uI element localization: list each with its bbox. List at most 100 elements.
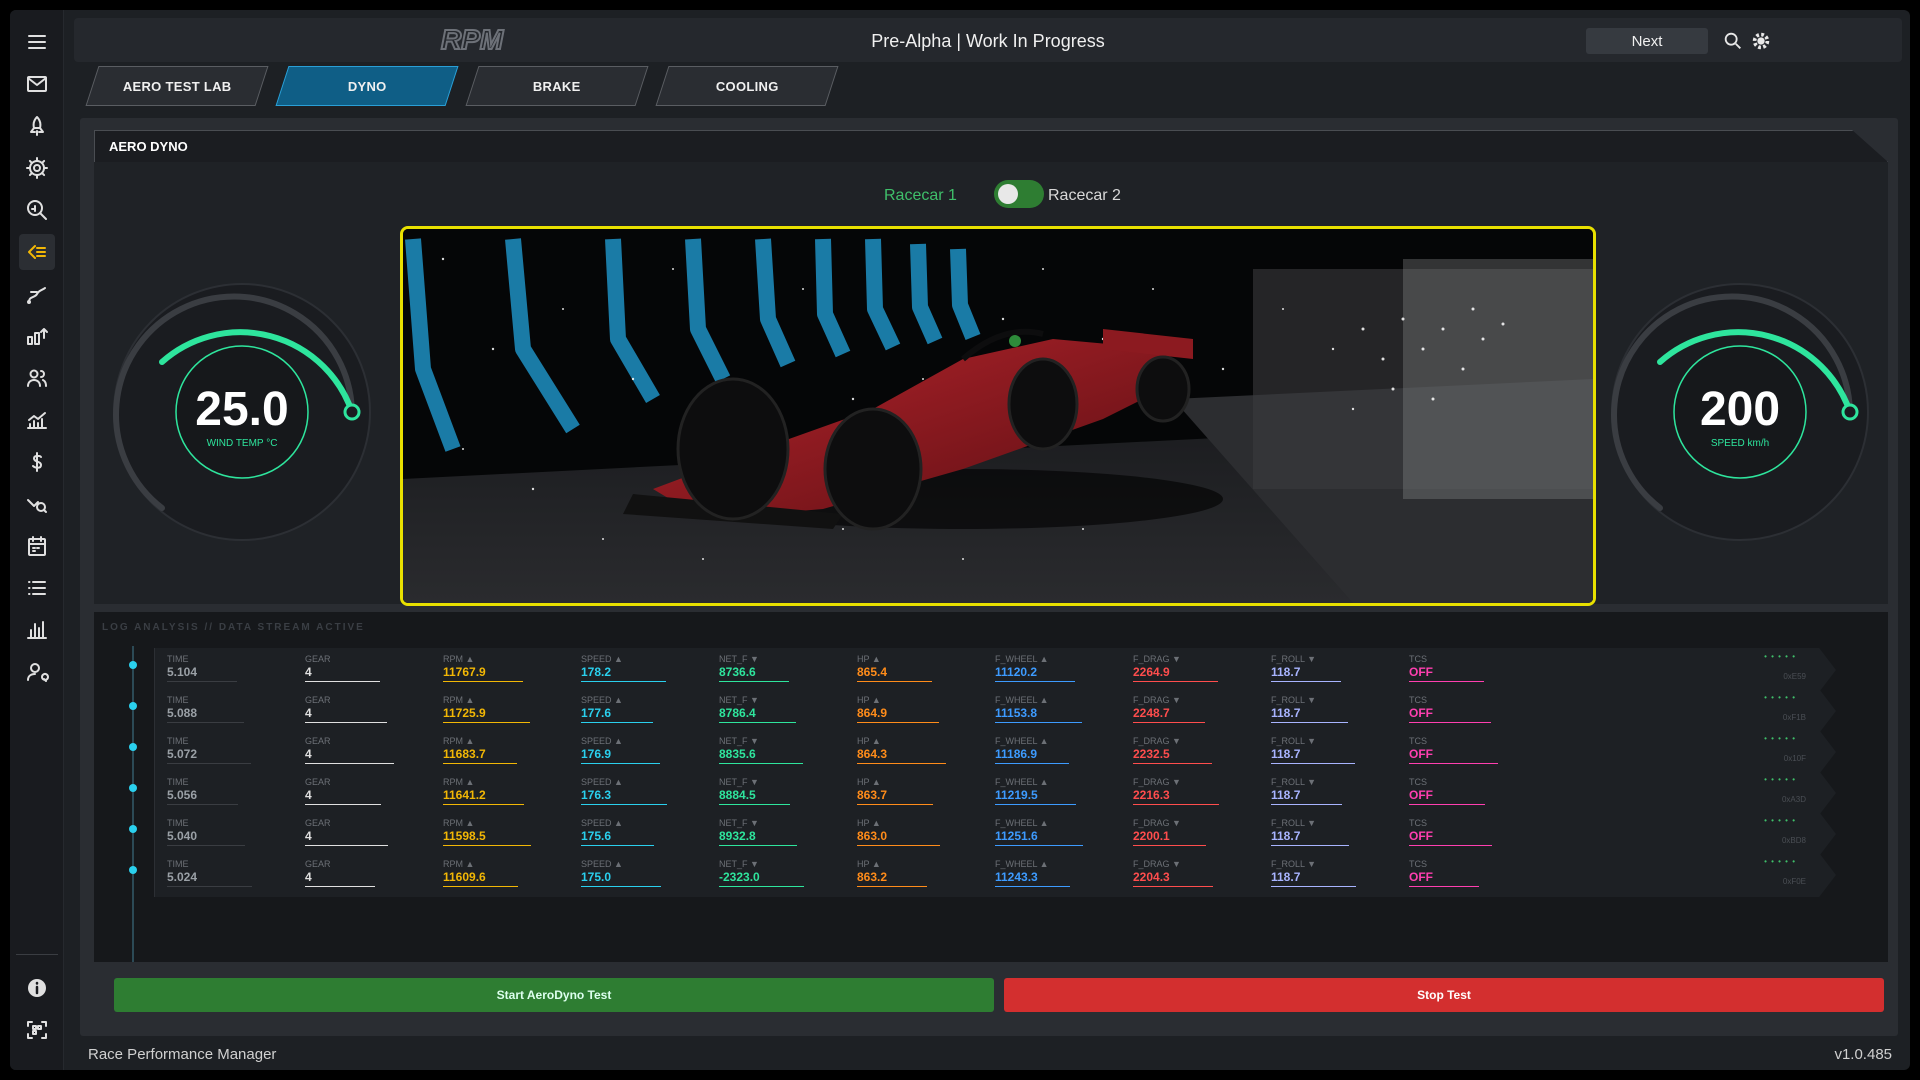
log-cell-value: 5.088 — [167, 706, 244, 723]
log-cell-value: 11120.2 — [995, 665, 1075, 682]
log-row[interactable]: TIME 5.088 GEAR 4 RPM ▲ 11725.9 SPEED ▲ 177.6 NE… — [154, 689, 1836, 733]
timeline-dot — [129, 784, 137, 792]
next-button[interactable]: Next — [1586, 28, 1708, 54]
log-cell: TIME 5.072 — [167, 736, 267, 764]
log-cell: SPEED ▲ 176.3 — [581, 777, 681, 805]
log-row[interactable]: TIME 5.072 GEAR 4 RPM ▲ 11683.7 SPEED ▲ 176.9 NE… — [154, 730, 1836, 774]
stop-test-button[interactable]: Stop Test — [1004, 978, 1884, 1012]
log-cell: HP ▲ 863.0 — [857, 818, 957, 846]
upgrade-chart-icon[interactable] — [19, 318, 55, 354]
trend-search-icon[interactable] — [19, 486, 55, 522]
rocket-icon[interactable] — [19, 108, 55, 144]
tab-aero-test-lab[interactable]: AERO TEST LAB — [85, 66, 269, 106]
log-cell-value: 8884.5 — [719, 788, 790, 805]
dyno-icon[interactable] — [19, 234, 55, 270]
log-cell-key: SPEED ▲ — [581, 859, 623, 869]
log-cell-key: HP ▲ — [857, 818, 881, 828]
tab-brake[interactable]: BRAKE — [465, 66, 649, 106]
log-cell-value: 4 — [305, 706, 387, 723]
menu-icon[interactable] — [19, 24, 55, 60]
log-cell-key: SPEED ▲ — [581, 818, 623, 828]
log-cell-key: F_DRAG ▼ — [1133, 859, 1181, 869]
log-cell: RPM ▲ 11767.9 — [443, 654, 543, 682]
log-cell-key: TCS — [1409, 654, 1427, 664]
log-analysis: LOG ANALYSIS // DATA STREAM ACTIVE TIME 5… — [94, 612, 1888, 962]
settings-gear-icon[interactable] — [1750, 30, 1772, 52]
log-cell: SPEED ▲ 175.6 — [581, 818, 681, 846]
log-cell: TIME 5.088 — [167, 695, 267, 723]
log-cell: F_ROLL ▼ 118.7 — [1271, 777, 1371, 805]
log-cell: HP ▲ 863.7 — [857, 777, 957, 805]
start-aerodyno-test-button[interactable]: Start AeroDyno Test — [114, 978, 994, 1012]
log-cell-value: 2232.5 — [1133, 747, 1212, 764]
log-cell-value: 11683.7 — [443, 747, 517, 764]
log-cell-key: TIME — [167, 818, 189, 828]
row-hex-id: 0x10F — [1783, 754, 1806, 763]
aero-dyno-panel: AERO DYNO Racecar 1 Racecar 2 25.0 WIND … — [80, 118, 1898, 1036]
log-cell-value: 865.4 — [857, 665, 932, 682]
log-row[interactable]: TIME 5.056 GEAR 4 RPM ▲ 11641.2 SPEED ▲ 176.3 NE… — [154, 771, 1836, 815]
log-cell: HP ▲ 863.2 — [857, 859, 957, 887]
signal-dots: • • • • • — [1764, 734, 1796, 743]
dollar-icon[interactable] — [19, 444, 55, 480]
search-icon[interactable] — [1722, 30, 1744, 52]
log-row[interactable]: TIME 5.024 GEAR 4 RPM ▲ 11609.6 SPEED ▲ 175.0 NE… — [154, 853, 1836, 897]
log-cell-value: OFF — [1409, 706, 1491, 723]
log-cell-key: GEAR — [305, 736, 331, 746]
row-hex-id: 0xE59 — [1783, 672, 1806, 681]
log-cell-value: 5.072 — [167, 747, 251, 764]
log-cell-value: 118.7 — [1271, 747, 1355, 764]
log-cell-key: F_DRAG ▼ — [1133, 736, 1181, 746]
log-cell: HP ▲ 865.4 — [857, 654, 957, 682]
tab-cooling[interactable]: COOLING — [655, 66, 839, 106]
log-cell-key: NET_F ▼ — [719, 777, 759, 787]
log-cell-value: 4 — [305, 747, 394, 764]
log-cell-value: -2323.0 — [719, 870, 804, 887]
track-curve-icon[interactable] — [19, 276, 55, 312]
team-icon[interactable] — [19, 360, 55, 396]
log-cell-key: RPM ▲ — [443, 777, 475, 787]
log-cell-value: 863.2 — [857, 870, 927, 887]
log-cell: F_ROLL ▼ 118.7 — [1271, 818, 1371, 846]
log-cell: TCS OFF — [1409, 859, 1509, 887]
stats-growth-icon[interactable] — [19, 402, 55, 438]
row-hex-id: 0xBD8 — [1781, 836, 1806, 845]
tab-label: AERO TEST LAB — [122, 78, 232, 94]
gear-icon[interactable] — [19, 150, 55, 186]
signal-dots: • • • • • — [1764, 857, 1796, 866]
person-search-icon[interactable] — [19, 654, 55, 690]
row-hex-id: 0xF1B — [1782, 713, 1806, 722]
log-cell-value: 8835.6 — [719, 747, 803, 764]
tab-dyno[interactable]: DYNO — [275, 66, 459, 106]
scan-icon[interactable] — [19, 1012, 55, 1048]
log-cell-value: 118.7 — [1271, 870, 1356, 887]
car-toggle-switch[interactable] — [994, 180, 1044, 208]
log-cell: GEAR 4 — [305, 736, 405, 764]
speed-value: 200 — [1699, 383, 1781, 436]
mail-icon[interactable] — [19, 66, 55, 102]
dyno-view: Racecar 1 Racecar 2 25.0 WIND TEMP °C 20… — [94, 162, 1888, 606]
wind-tunnel-viewport[interactable] — [400, 226, 1596, 606]
bar-chart-icon[interactable] — [19, 612, 55, 648]
log-cell: GEAR 4 — [305, 818, 405, 846]
log-cell: TIME 5.040 — [167, 818, 267, 846]
log-cell-value: 4 — [305, 788, 381, 805]
log-cell-value: 118.7 — [1271, 829, 1349, 846]
log-cell-key: F_ROLL ▼ — [1271, 859, 1317, 869]
info-icon[interactable] — [19, 970, 55, 1006]
search-analytics-icon[interactable] — [19, 192, 55, 228]
log-cell-key: HP ▲ — [857, 736, 881, 746]
timeline-dot — [129, 661, 137, 669]
log-row[interactable]: TIME 5.104 GEAR 4 RPM ▲ 11767.9 SPEED ▲ 178.2 NE… — [154, 648, 1836, 692]
log-row[interactable]: TIME 5.040 GEAR 4 RPM ▲ 11598.5 SPEED ▲ 175.6 NE… — [154, 812, 1836, 856]
log-cell-key: F_ROLL ▼ — [1271, 777, 1317, 787]
log-cell-value: OFF — [1409, 788, 1485, 805]
log-cell-key: RPM ▲ — [443, 859, 475, 869]
log-cell-value: 118.7 — [1271, 665, 1341, 682]
list-icon[interactable] — [19, 570, 55, 606]
log-cell-key: RPM ▲ — [443, 654, 475, 664]
log-cell-value: 863.0 — [857, 829, 940, 846]
calendar-icon[interactable] — [19, 528, 55, 564]
log-cell-value: OFF — [1409, 665, 1484, 682]
log-cell-key: F_WHEEL ▲ — [995, 736, 1049, 746]
